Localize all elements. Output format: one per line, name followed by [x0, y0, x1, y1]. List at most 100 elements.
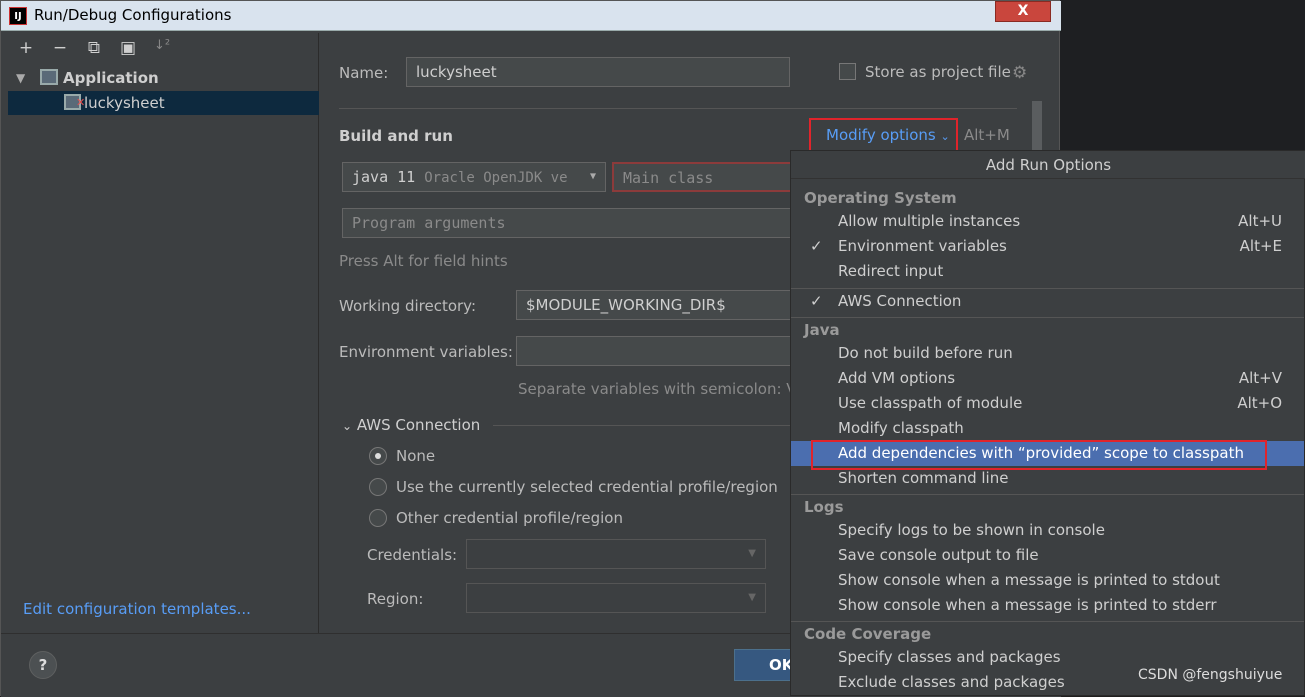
add-icon[interactable]: + [16, 38, 36, 60]
tree-node-luckysheet[interactable]: ✕ luckysheet [8, 91, 319, 115]
separator [791, 317, 1304, 318]
store-checkbox[interactable] [839, 63, 856, 80]
separator [791, 621, 1304, 622]
option-redirect-input[interactable]: Redirect input [791, 259, 1304, 284]
radio-other-label: Other credential profile/region [396, 509, 623, 527]
watermark: CSDN @fengshuiyue [1138, 667, 1283, 683]
sort-icon[interactable]: ↓² [152, 38, 172, 60]
aws-section-header[interactable]: ⌄ AWS Connection [342, 416, 480, 434]
jdk-detail: Oracle OpenJDK ve [424, 170, 568, 186]
divider [493, 425, 793, 426]
option-shorten-command-line[interactable]: Shorten command line [791, 466, 1304, 491]
option-label: Save console output to file [838, 546, 1039, 564]
option-shortcut: Alt+V [1238, 369, 1282, 387]
section-logs: Logs [804, 498, 844, 516]
option-label: Add VM options [838, 369, 956, 387]
gear-icon[interactable]: ⚙ [1012, 63, 1027, 83]
name-label: Name: [339, 64, 389, 82]
field-hint: Press Alt for field hints [339, 252, 508, 270]
modify-options-shortcut: Alt+M [964, 126, 1010, 144]
option-aws-connection[interactable]: ✓ AWS Connection [791, 289, 1304, 314]
tree-item-label: luckysheet [84, 94, 165, 112]
modify-options-label: Modify options [826, 126, 936, 144]
option-label: Modify classpath [838, 419, 964, 437]
option-label: Environment variables [838, 237, 1007, 255]
application-icon [40, 69, 58, 85]
section-code-coverage: Code Coverage [804, 625, 932, 643]
modify-options-link[interactable]: Modify options ⌄ [826, 126, 950, 144]
region-label: Region: [367, 590, 424, 608]
option-allow-multiple-instances[interactable]: Allow multiple instances Alt+U [791, 209, 1304, 234]
chevron-down-icon[interactable]: ▼ [16, 66, 25, 90]
option-label: Do not build before run [838, 344, 1013, 362]
option-label: Shorten command line [838, 469, 1009, 487]
option-show-console-stderr[interactable]: Show console when a message is printed t… [791, 593, 1304, 618]
edit-templates-link[interactable]: Edit configuration templates... [23, 600, 251, 618]
help-button[interactable]: ? [29, 651, 57, 679]
dropdown-arrow-icon: ▼ [748, 592, 756, 603]
chevron-down-icon: ⌄ [342, 419, 353, 433]
section-operating-system: Operating System [804, 189, 957, 207]
option-label: Use classpath of module [838, 394, 1023, 412]
option-add-vm-options[interactable]: Add VM options Alt+V [791, 366, 1304, 391]
option-use-classpath-of-module[interactable]: Use classpath of module Alt+O [791, 391, 1304, 416]
program-arguments-field[interactable]: Program arguments [342, 208, 792, 238]
option-label: Exclude classes and packages [838, 673, 1065, 691]
checkmark-icon: ✓ [810, 237, 823, 255]
working-dir-field[interactable]: $MODULE_WORKING_DIR$ [516, 290, 792, 320]
option-shortcut: Alt+U [1238, 212, 1282, 230]
option-shortcut: Alt+O [1237, 394, 1282, 412]
radio-none-label: None [396, 447, 436, 465]
region-select[interactable]: ▼ [466, 583, 766, 613]
chevron-down-icon: ⌄ [940, 130, 950, 143]
option-do-not-build[interactable]: Do not build before run [791, 341, 1304, 366]
remove-icon[interactable]: − [50, 38, 70, 60]
name-field[interactable]: luckysheet [406, 57, 790, 87]
divider [339, 108, 1017, 109]
background-editor-right [1060, 0, 1305, 160]
option-label: Specify classes and packages [838, 648, 1061, 666]
credentials-label: Credentials: [367, 546, 458, 564]
folder-icon[interactable]: ▣ [118, 38, 138, 60]
radio-current-profile[interactable] [369, 478, 387, 496]
env-vars-label: Environment variables: [339, 343, 513, 361]
radio-other-profile[interactable] [369, 509, 387, 527]
separator [791, 494, 1304, 495]
option-label: AWS Connection [838, 292, 962, 310]
radio-none[interactable] [369, 447, 387, 465]
credentials-select[interactable]: ▼ [466, 539, 766, 569]
intellij-icon: IJ [9, 7, 27, 25]
radio-current-label: Use the currently selected credential pr… [396, 478, 778, 496]
option-modify-classpath[interactable]: Modify classpath [791, 416, 1304, 441]
env-hint: Separate variables with semicolon: VA [518, 380, 806, 398]
aws-section-label: AWS Connection [356, 416, 481, 434]
section-java: Java [804, 321, 840, 339]
jdk-select[interactable]: java 11 Oracle OpenJDK ve ▼ [342, 162, 606, 192]
option-label: Show console when a message is printed t… [838, 596, 1217, 614]
option-label: Redirect input [838, 262, 944, 280]
close-button[interactable]: X [995, 1, 1051, 22]
copy-icon[interactable]: ⧉ [84, 38, 104, 60]
option-save-console-output[interactable]: Save console output to file [791, 543, 1304, 568]
option-label: Allow multiple instances [838, 212, 1021, 230]
popup-title: Add Run Options [791, 151, 1305, 179]
tree-group-label: Application [63, 69, 159, 87]
option-label: Specify logs to be shown in console [838, 521, 1105, 539]
dropdown-arrow-icon: ▼ [748, 548, 756, 559]
add-run-options-popup: Add Run Options Operating System Allow m… [790, 150, 1305, 696]
store-label: Store as project file [865, 63, 1011, 81]
tree-node-application[interactable]: ▼ Application [8, 66, 319, 90]
checkmark-icon: ✓ [810, 292, 823, 310]
main-class-field[interactable]: Main class [612, 162, 792, 192]
title-bar: IJ Run/Debug Configurations X [1, 1, 1061, 31]
option-environment-variables[interactable]: ✓ Environment variables Alt+E [791, 234, 1304, 259]
option-label: Show console when a message is printed t… [838, 571, 1220, 589]
option-specify-logs[interactable]: Specify logs to be shown in console [791, 518, 1304, 543]
dropdown-arrow-icon: ▼ [589, 171, 596, 182]
option-show-console-stdout[interactable]: Show console when a message is printed t… [791, 568, 1304, 593]
build-run-title: Build and run [339, 127, 453, 145]
env-vars-field[interactable] [516, 336, 792, 366]
configurations-tree-pane: + − ⧉ ▣ ↓² ▼ Application ✕ luckysheet Ed… [8, 33, 319, 633]
window-title: Run/Debug Configurations [34, 6, 232, 24]
working-dir-label: Working directory: [339, 297, 477, 315]
